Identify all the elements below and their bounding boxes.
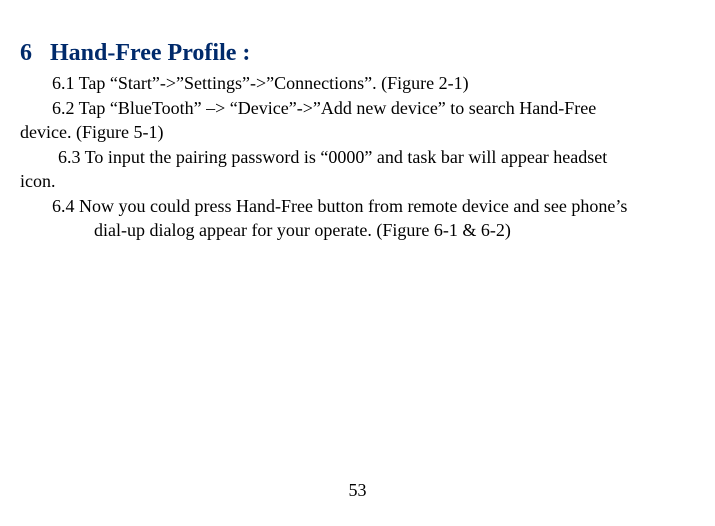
step-6-4-line2: dial-up dialog appear for your operate. … bbox=[20, 219, 695, 242]
step-6-3-line1: 6.3 To input the pairing password is “00… bbox=[20, 146, 695, 169]
document-page: 6 Hand-Free Profile : 6.1 Tap “Start”->”S… bbox=[0, 0, 715, 242]
heading-title: Hand-Free Profile : bbox=[50, 40, 250, 66]
step-6-3-line2: icon. bbox=[20, 170, 695, 193]
page-number: 53 bbox=[0, 480, 715, 501]
step-6-1: 6.1 Tap “Start”->”Settings”->”Connection… bbox=[20, 72, 695, 95]
section-heading: 6 Hand-Free Profile : bbox=[20, 40, 695, 67]
step-6-2-line2: device. (Figure 5-1) bbox=[20, 121, 695, 144]
heading-number: 6 bbox=[20, 40, 32, 67]
step-6-2-line1: 6.2 Tap “BlueTooth” –> “Device”->”Add ne… bbox=[20, 97, 695, 120]
step-6-4-line1: 6.4 Now you could press Hand-Free button… bbox=[20, 195, 695, 218]
